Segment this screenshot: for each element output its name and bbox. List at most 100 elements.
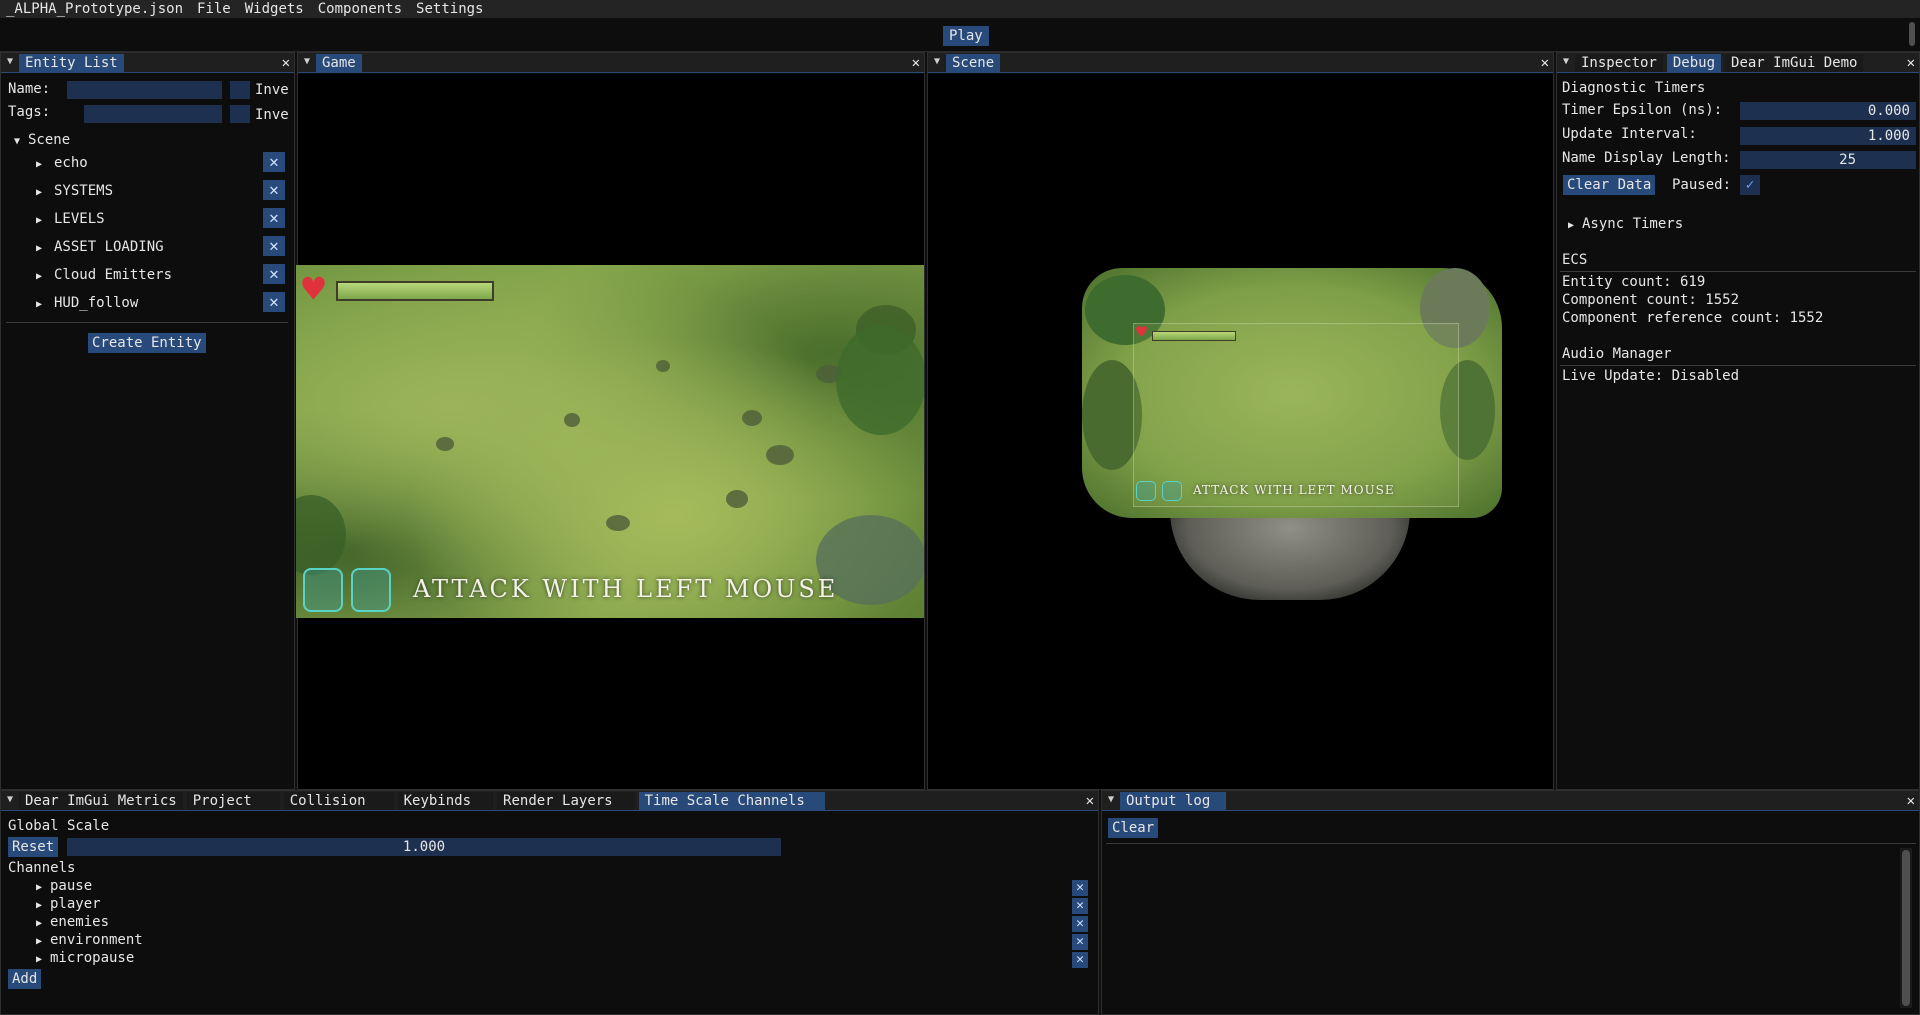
collapse-icon[interactable]: ▼: [928, 53, 946, 72]
rock: [436, 437, 454, 451]
tab-output-log[interactable]: Output log: [1120, 792, 1227, 810]
menu-file-name[interactable]: _ALPHA_Prototype.json: [0, 0, 190, 18]
tree-item-label: Cloud Emitters: [54, 267, 173, 283]
delete-entity-button[interactable]: ✕: [263, 292, 285, 312]
toolbar-scrollbar[interactable]: [1909, 22, 1915, 46]
close-icon[interactable]: ✕: [1086, 791, 1094, 811]
rock: [564, 413, 580, 427]
update-interval-input[interactable]: 1.000: [1740, 127, 1916, 145]
tab-time-scale-channels[interactable]: Time Scale Channels: [638, 792, 825, 810]
create-entity-button[interactable]: Create Entity: [88, 333, 206, 353]
tree-item-label: SYSTEMS: [54, 183, 114, 199]
close-icon[interactable]: ✕: [1907, 53, 1915, 73]
health-bar: [336, 281, 494, 301]
delete-entity-button[interactable]: ✕: [263, 264, 285, 284]
tree-item[interactable]: ▶ HUD_follow: [36, 294, 138, 314]
name-display-length-input[interactable]: 25: [1740, 151, 1916, 169]
chevron-down-icon: ▼: [14, 136, 21, 147]
paused-checkbox[interactable]: ✓: [1740, 175, 1760, 195]
channel-label: pause: [50, 878, 93, 894]
collapse-icon[interactable]: ▼: [298, 53, 316, 72]
tab-imgui-metrics[interactable]: Dear ImGui Metrics: [19, 792, 183, 810]
tree-item[interactable]: ▶ echo: [36, 154, 88, 174]
tags-filter-label: Tags:: [8, 104, 51, 120]
tab-project[interactable]: Project: [186, 792, 280, 810]
divider: [6, 322, 288, 323]
channel-item[interactable]: ▶ pause: [36, 877, 92, 897]
close-icon[interactable]: ✕: [282, 53, 290, 73]
menu-widgets[interactable]: Widgets: [238, 0, 311, 18]
close-icon[interactable]: ✕: [1541, 53, 1549, 73]
tab-scene[interactable]: Scene: [946, 54, 1001, 72]
tab-keybinds[interactable]: Keybinds: [397, 792, 494, 810]
name-display-length-label: Name Display Length:: [1562, 150, 1731, 166]
rock: [606, 515, 630, 531]
component-ref-count: Component reference count: 1552: [1562, 310, 1824, 326]
channel-item[interactable]: ▶ player: [36, 895, 101, 915]
time-scale-panel: ▼ Dear ImGui Metrics Project Collision K…: [0, 790, 1099, 1015]
tree-item[interactable]: ▶ LEVELS: [36, 210, 105, 230]
name-filter-label: Name:: [8, 81, 51, 97]
tab-render-layers[interactable]: Render Layers: [497, 792, 635, 810]
scrollbar-thumb[interactable]: [1902, 850, 1910, 1006]
tree-item[interactable]: ▶ Cloud Emitters: [36, 266, 172, 286]
delete-entity-button[interactable]: ✕: [263, 236, 285, 256]
tab-game[interactable]: Game: [316, 54, 362, 72]
collapse-icon[interactable]: ▼: [1557, 53, 1575, 72]
remove-channel-button[interactable]: ✕: [1072, 952, 1088, 968]
menu-settings[interactable]: Settings: [409, 0, 490, 18]
tab-inspector[interactable]: Inspector: [1575, 54, 1663, 72]
component-count: Component count: 1552: [1562, 292, 1740, 308]
reset-button[interactable]: Reset: [8, 837, 59, 857]
tags-invert-checkbox[interactable]: [230, 105, 250, 123]
tags-invert-label: Inve: [255, 107, 289, 123]
tree-item[interactable]: ▶ ASSET LOADING: [36, 238, 164, 258]
name-invert-checkbox[interactable]: [230, 81, 250, 99]
live-update-status: Live Update: Disabled: [1562, 368, 1740, 384]
remove-channel-button[interactable]: ✕: [1072, 916, 1088, 932]
channel-item[interactable]: ▶ enemies: [36, 913, 109, 933]
channel-label: player: [50, 896, 101, 912]
collapse-icon[interactable]: ▼: [1102, 791, 1120, 810]
ecs-header: ECS: [1562, 252, 1588, 268]
collapse-icon[interactable]: ▼: [1, 53, 19, 72]
global-scale-slider[interactable]: 1.000: [67, 838, 781, 856]
channel-item[interactable]: ▶ micropause: [36, 949, 134, 969]
ability-slot-icon: [1136, 481, 1156, 501]
menu-components[interactable]: Components: [311, 0, 409, 18]
name-filter-input[interactable]: [67, 81, 222, 99]
tab-entity-list[interactable]: Entity List: [19, 54, 124, 72]
scene-titlebar: ▼ Scene ✕: [928, 53, 1553, 73]
scene-hud-text: ATTACK WITH LEFT MOUSE: [1193, 483, 1395, 497]
close-icon[interactable]: ✕: [912, 53, 920, 73]
clear-data-button[interactable]: Clear Data: [1563, 175, 1656, 195]
play-button[interactable]: Play: [943, 26, 989, 46]
tab-imgui-demo[interactable]: Dear ImGui Demo: [1725, 54, 1864, 72]
collapse-icon[interactable]: ▼: [1, 791, 19, 810]
tags-filter-input[interactable]: [84, 105, 222, 123]
remove-channel-button[interactable]: ✕: [1072, 934, 1088, 950]
remove-channel-button[interactable]: ✕: [1072, 880, 1088, 896]
close-icon[interactable]: ✕: [1907, 791, 1915, 811]
output-log-titlebar: ▼ Output log ✕: [1102, 791, 1919, 811]
tree-root-scene[interactable]: ▼ Scene: [14, 131, 70, 151]
rock: [742, 410, 762, 426]
output-log-scrollbar[interactable]: [1900, 848, 1912, 1008]
rock: [656, 360, 670, 372]
tab-debug[interactable]: Debug: [1666, 54, 1722, 72]
tab-collision[interactable]: Collision: [283, 792, 394, 810]
rock: [726, 490, 748, 508]
delete-entity-button[interactable]: ✕: [263, 180, 285, 200]
tree-item[interactable]: ▶ SYSTEMS: [36, 182, 113, 202]
paused-label: Paused:: [1672, 177, 1732, 193]
add-channel-button[interactable]: Add: [8, 969, 42, 989]
delete-entity-button[interactable]: ✕: [263, 152, 285, 172]
channel-label: environment: [50, 932, 143, 948]
timer-epsilon-input[interactable]: 0.000: [1740, 102, 1916, 120]
clear-log-button[interactable]: Clear: [1108, 818, 1159, 838]
remove-channel-button[interactable]: ✕: [1072, 898, 1088, 914]
async-timers-node[interactable]: ▶ Async Timers: [1568, 215, 1683, 235]
channel-item[interactable]: ▶ environment: [36, 931, 143, 951]
menu-file[interactable]: File: [190, 0, 238, 18]
delete-entity-button[interactable]: ✕: [263, 208, 285, 228]
